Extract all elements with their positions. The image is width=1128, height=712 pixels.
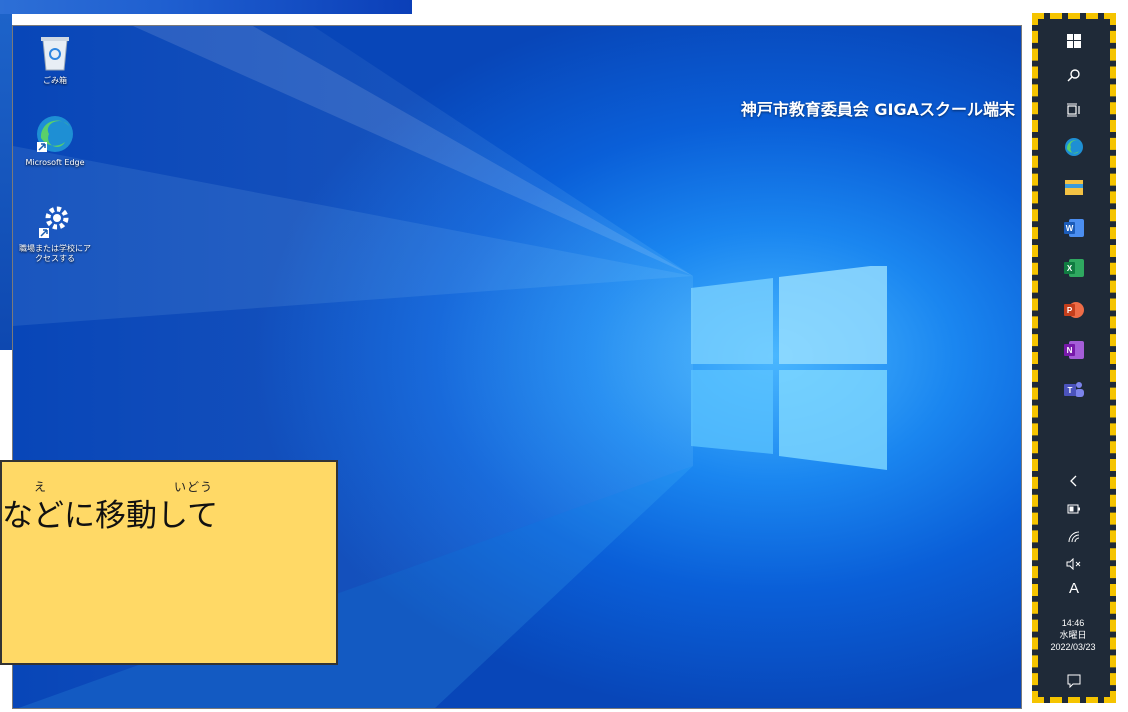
desktop-icon-recycle-bin[interactable]: ごみ箱 — [15, 34, 95, 86]
settings-gear-icon — [39, 206, 69, 238]
desktop-icon-edge[interactable]: Microsoft Edge — [15, 114, 95, 168]
taskbar-highlight-frame — [1032, 13, 1116, 703]
instruction-callout: え いどう などに移動して — [0, 460, 338, 665]
background-window-titlebar — [0, 0, 412, 14]
edge-label: Microsoft Edge — [25, 158, 85, 167]
windows-logo-wallpaper — [691, 266, 887, 470]
background-window-edge — [0, 14, 12, 350]
access-work-label-line1: 職場または学校にア — [19, 244, 91, 253]
access-work-label-line2: クセスする — [35, 254, 75, 263]
callout-text: などに移動して — [2, 498, 219, 534]
edge-icon — [37, 116, 73, 152]
recycle-bin-icon — [41, 37, 69, 71]
desktop-icon-access-work-school[interactable]: 職場または学校にア クセスする — [15, 204, 95, 264]
recycle-bin-label: ごみ箱 — [43, 76, 67, 85]
desktop-watermark-title: 神戸市教育委員会 GIGAスクール端末 — [740, 100, 1015, 119]
